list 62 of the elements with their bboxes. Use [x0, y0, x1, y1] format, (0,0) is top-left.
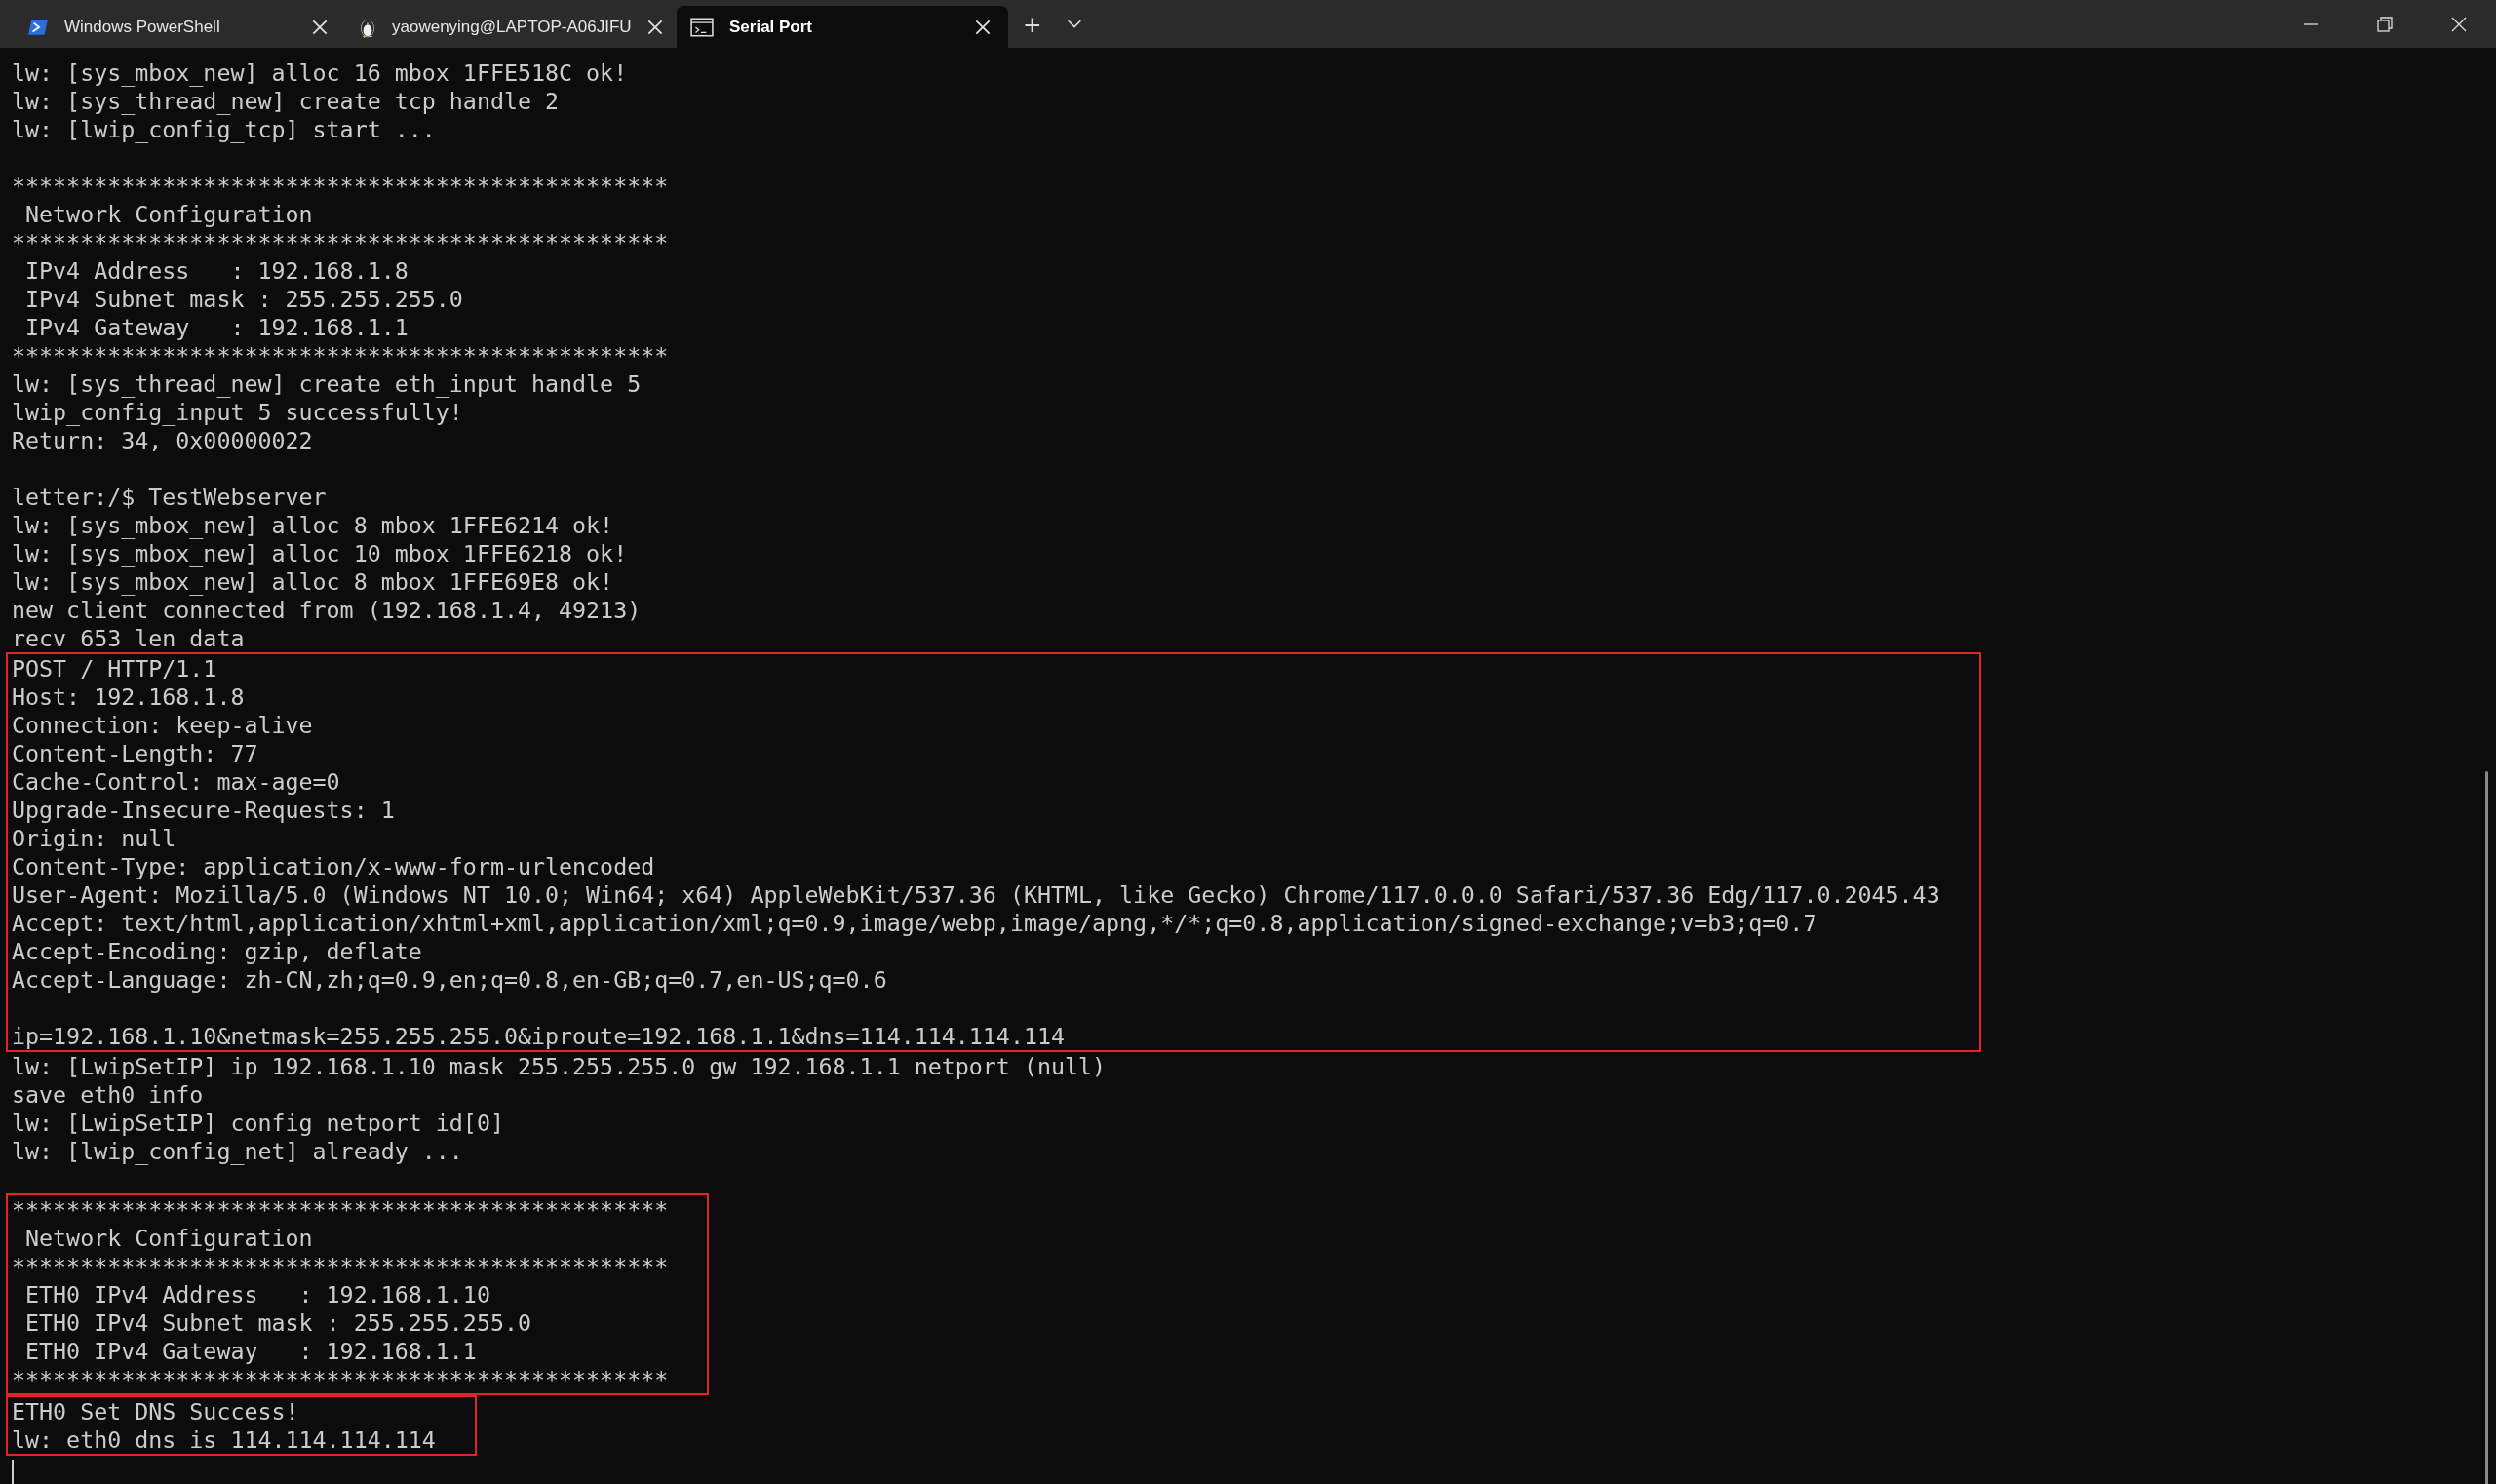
terminal-line: save eth0 info — [12, 1080, 205, 1109]
terminal-line: ip=192.168.1.10&netmask=255.255.255.0&iproute=192.168.1.1&dns=114.114.114.114 — [12, 1022, 1066, 1050]
terminal-line: POST / HTTP/1.1 — [12, 654, 218, 683]
terminal-line: lw: [sys_thread_new] create tcp handle 2 — [12, 87, 561, 115]
close-icon[interactable] — [646, 19, 663, 35]
tab[interactable]: yaowenying@LAPTOP-A06JIFU — [345, 6, 677, 48]
terminal-line: lw: [sys_mbox_new] alloc 10 mbox 1FFE6218 ok! — [12, 539, 629, 567]
scrollbar[interactable] — [2485, 771, 2488, 1484]
terminal-line: ETH0 IPv4 Gateway : 192.168.1.1 — [24, 1337, 478, 1365]
terminal-line: IPv4 Subnet mask : 255.255.255.0 — [24, 285, 464, 313]
terminal-line: lw: eth0 dns is 114.114.114.114 — [12, 1425, 436, 1454]
terminal-line: lw: [sys_mbox_new] alloc 16 mbox 1FFE518C ok! — [12, 59, 629, 87]
terminal-line: Network Configuration — [24, 1224, 314, 1252]
tab[interactable]: Windows PowerShell — [14, 6, 345, 48]
terminal-line: Accept: text/html,application/xhtml+xml,application/xml;q=0.9,image/webp,image/apng,*/*;q=0.8,application/signed-exchange;v=b3;q=0.7 — [12, 909, 1818, 937]
terminal-line: ************************************************ — [12, 1365, 669, 1393]
console-icon — [690, 17, 714, 37]
terminal-line: Return: 34, 0x00000022 — [12, 426, 314, 454]
terminal-line: Accept-Language: zh-CN,zh;q=0.9,en;q=0.8,en-GB;q=0.7,en-US;q=0.6 — [12, 965, 888, 994]
terminal-line: lw: [LwipSetIP] ip 192.168.1.10 mask 255.255.255.0 gw 192.168.1.1 netport (null) — [12, 1052, 1107, 1080]
terminal-line: ************************************************ — [12, 228, 669, 256]
terminal-line: User-Agent: Mozilla/5.0 (Windows NT 10.0; Win64; x64) AppleWebKit/537.36 (KHTML, like Gecko) Chrome/117.0.0.0 Safari/537.36 Edg/117.0.2045.43 — [12, 880, 1940, 909]
terminal-line: ETH0 IPv4 Address : 192.168.1.10 — [24, 1280, 491, 1308]
terminal-line: Upgrade-Insecure-Requests: 1 — [12, 796, 396, 824]
terminal-line: new client connected from (192.168.1.4, 49213) — [12, 596, 643, 624]
terminal-line: Content-Type: application/x-www-form-urlencoded — [12, 852, 656, 880]
text-cursor — [12, 1460, 14, 1484]
terminal-line: Accept-Encoding: gzip, deflate — [12, 937, 423, 965]
terminal-line: Content-Length: 77 — [12, 739, 259, 767]
tab-label: Serial Port — [729, 17, 814, 37]
terminal-line: IPv4 Address : 192.168.1.8 — [24, 256, 410, 285]
terminal-line: lw: [LwipSetIP] config netport id[0] — [12, 1109, 505, 1137]
terminal-line: Cache-Control: max-age=0 — [12, 767, 341, 796]
terminal-line: ETH0 Set DNS Success! — [12, 1397, 300, 1425]
close-icon[interactable] — [312, 19, 328, 35]
terminal-prompt-icon — [27, 18, 49, 36]
terminal-line: ************************************************ — [12, 172, 669, 200]
terminal-line: lw: [lwip_config_tcp] start ... — [12, 115, 437, 143]
terminal-line: lw: [sys_mbox_new] alloc 8 mbox 1FFE6214 ok! — [12, 511, 615, 539]
terminal-line: Origin: null — [12, 824, 177, 852]
chevron-down-icon[interactable] — [1066, 19, 1082, 29]
terminal-line: lw: [sys_mbox_new] alloc 8 mbox 1FFE69E8 ok! — [12, 567, 615, 596]
terminal-line: recv 653 len data — [12, 624, 246, 652]
close-icon[interactable] — [975, 19, 991, 35]
terminal-line: lwip_config_input 5 successfully! — [12, 398, 464, 426]
new-tab-button[interactable]: + — [1008, 2, 1057, 48]
restore-icon[interactable] — [2377, 16, 2393, 32]
tab-label: Windows PowerShell — [64, 17, 221, 37]
terminal-line: lw: [sys_thread_new] create eth_input handle 5 — [12, 370, 643, 398]
terminal-line: Host: 192.168.1.8 — [12, 683, 246, 711]
terminal-line: Connection: keep-alive — [12, 711, 314, 739]
terminal-line: Network Configuration — [24, 200, 314, 228]
tab-label: yaowenying@LAPTOP-A06JIFU — [392, 17, 632, 37]
terminal-line: lw: [lwip_config_net] already ... — [12, 1137, 464, 1165]
terminal-line: IPv4 Gateway : 192.168.1.1 — [24, 313, 410, 341]
terminal-line: letter:/$ TestWebserver — [12, 483, 328, 511]
terminal-line: ************************************************ — [12, 1252, 669, 1280]
terminal-line: ETH0 IPv4 Subnet mask : 255.255.255.0 — [24, 1308, 532, 1337]
tab[interactable]: Serial Port — [677, 6, 1008, 48]
close-icon[interactable] — [2451, 16, 2467, 32]
terminal-line: ************************************************ — [12, 1195, 669, 1224]
terminal-line: ************************************************ — [12, 341, 669, 370]
